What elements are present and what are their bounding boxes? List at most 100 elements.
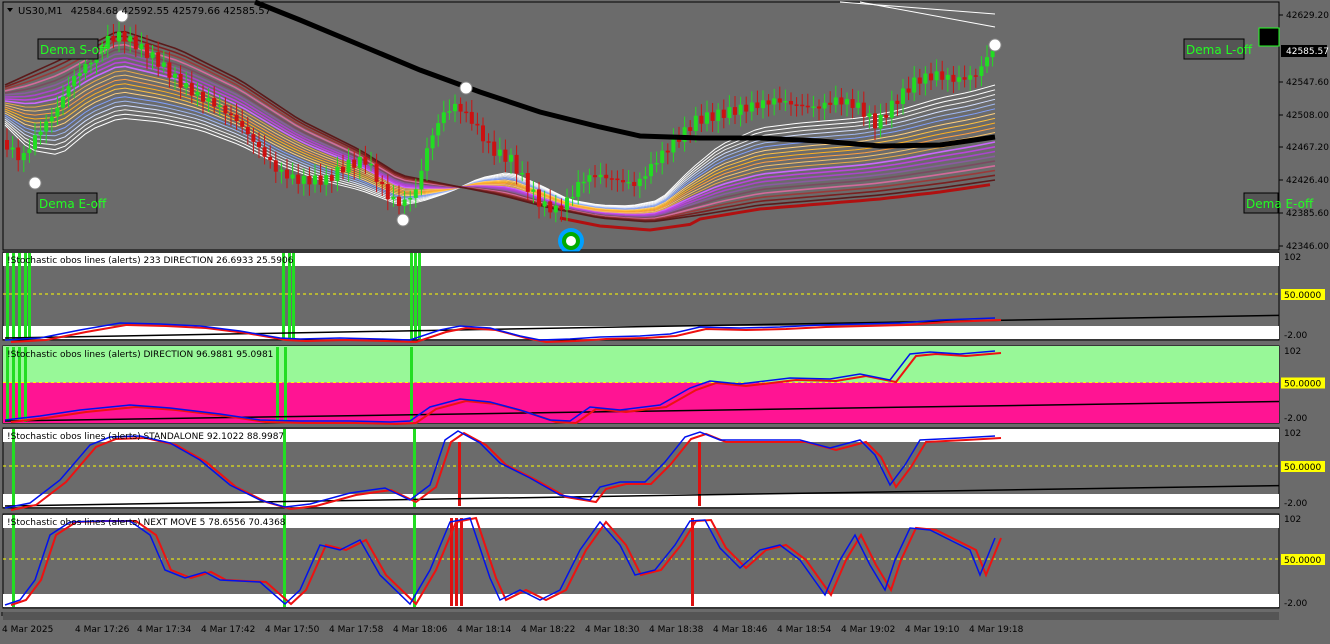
chart-canvas[interactable]: US30,M1 42584.68 42592.55 42579.66 42585.… <box>0 0 1330 640</box>
candle-body <box>268 156 273 161</box>
candle-body <box>822 102 827 109</box>
candle-body <box>346 159 351 173</box>
candle-body <box>861 102 866 117</box>
stochastic-panel-4[interactable]: !Stochastic obos lines (alerts) NEXT MOV… <box>2 513 1325 609</box>
candle-body <box>727 107 732 118</box>
candle-body <box>296 174 301 184</box>
trading-terminal: US30,M1 42584.68 42592.55 42579.66 42585.… <box>0 0 1330 640</box>
candle-body <box>553 205 558 213</box>
svg-text:Dema E-off: Dema E-off <box>39 197 107 211</box>
candle-body <box>738 104 743 115</box>
candle-body <box>195 91 200 96</box>
candle-body <box>805 105 810 108</box>
price-tick-label: 42346.00 <box>1286 242 1329 252</box>
candle-body <box>357 156 362 168</box>
price-tick-label: 42547.60 <box>1286 78 1329 88</box>
candle-body <box>139 43 144 50</box>
candle-body <box>772 98 777 105</box>
candle-body <box>145 43 149 58</box>
candle-body <box>307 175 312 185</box>
time-tick-label: 4 Mar 18:54 <box>777 625 832 635</box>
dema-l-label: Dema L-off <box>1183 38 1253 60</box>
stochastic-panel-3[interactable]: !Stochastic obos lines (alerts) STANDALO… <box>2 427 1325 511</box>
chart-symbol-header: US30,M1 42584.68 42592.55 42579.66 42585.… <box>18 6 271 17</box>
candle-body <box>604 174 609 179</box>
stochastic-panel-1[interactable]: !Stochastic obos lines (alerts) 233 DIRE… <box>2 251 1325 344</box>
dema-s-label: Dema S-off <box>37 38 108 60</box>
candle-body <box>285 169 289 179</box>
candle-body <box>705 112 709 124</box>
level-label: -2.00 <box>1284 499 1308 509</box>
candle-body <box>492 141 497 156</box>
candle-body <box>352 159 357 168</box>
candle-body <box>716 109 721 121</box>
candle-body <box>957 77 961 82</box>
time-tick-label: 4 Mar 17:34 <box>137 625 192 635</box>
candle-body <box>201 91 205 102</box>
candle-body <box>458 103 463 112</box>
candle-body <box>811 106 816 108</box>
candle-body <box>481 125 485 142</box>
candle-body <box>413 189 418 198</box>
candle-body <box>49 116 54 122</box>
candle-body <box>609 178 614 180</box>
candle-body <box>133 36 138 50</box>
candle-body <box>329 175 334 181</box>
signal-bar <box>284 347 287 422</box>
candle-body <box>385 183 390 200</box>
signal-bar <box>12 515 15 607</box>
candle-body <box>621 180 625 183</box>
level-label: 102 <box>1284 253 1301 263</box>
candle-body <box>72 76 77 87</box>
signal-bar <box>283 515 286 607</box>
signal-dot <box>988 38 1002 52</box>
candle-body <box>559 205 564 210</box>
candle-body <box>503 149 508 162</box>
candle-body <box>671 138 676 153</box>
signal-bar <box>276 347 279 422</box>
candle-body <box>721 109 726 118</box>
candle-body <box>324 175 329 185</box>
candle-body <box>509 154 513 162</box>
candle-body <box>257 141 261 148</box>
level-label: 102 <box>1284 515 1301 525</box>
candle-body <box>817 106 821 109</box>
candle-body <box>55 107 60 117</box>
level-label: 50.0000 <box>1284 380 1321 390</box>
candle-body <box>380 181 385 184</box>
svg-text:Dema L-off: Dema L-off <box>1186 43 1253 57</box>
candle-body <box>189 83 194 96</box>
current-price-label: 42585.57 <box>1286 47 1329 57</box>
candle-body <box>525 173 530 192</box>
candle-body <box>520 173 525 175</box>
stochastic-panel-2[interactable]: !Stochastic obos lines (alerts) DIRECTIO… <box>2 345 1325 426</box>
signal-bar <box>418 253 421 339</box>
candle-body <box>77 73 82 77</box>
signal-bar <box>698 442 701 506</box>
candle-body <box>425 148 429 171</box>
candle-body <box>430 135 435 149</box>
candle-body <box>234 114 239 122</box>
scroll-strip[interactable] <box>3 612 1279 620</box>
time-tick-label: 4 Mar 17:58 <box>329 625 384 635</box>
time-tick-label: 4 Mar 19:02 <box>841 625 895 635</box>
level-label: 102 <box>1284 347 1301 357</box>
candle-body <box>402 199 407 206</box>
candle-body <box>167 62 172 78</box>
candle-body <box>615 178 620 181</box>
candle-body <box>44 121 49 132</box>
time-tick-label: 4 Mar 18:46 <box>713 625 768 635</box>
main-price-panel[interactable]: US30,M1 42584.68 42592.55 42579.66 42585.… <box>2 0 1314 254</box>
candle-body <box>850 99 855 108</box>
candle-body <box>901 88 905 104</box>
candle-body <box>873 113 877 129</box>
candle-body <box>10 147 15 150</box>
candle-body <box>436 123 441 136</box>
candle-body <box>688 127 693 131</box>
candle-body <box>973 75 978 77</box>
candle-body <box>150 52 155 58</box>
candle-body <box>828 102 833 105</box>
candle-body <box>985 57 989 67</box>
time-tick-label: 4 Mar 18:30 <box>585 625 640 635</box>
candle-body <box>5 140 9 150</box>
